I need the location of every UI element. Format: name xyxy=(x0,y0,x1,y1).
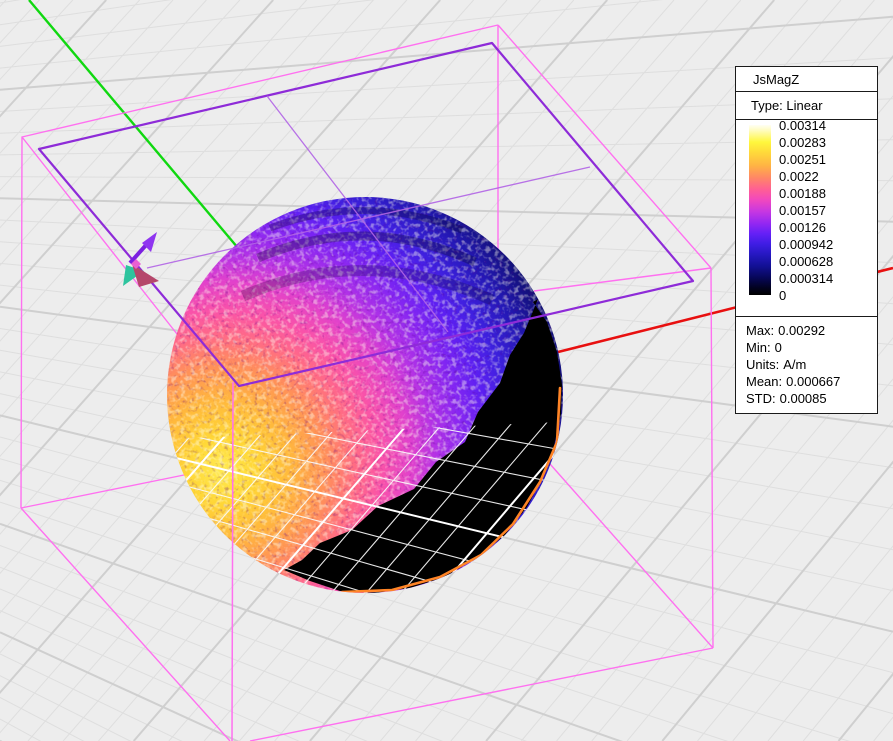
legend-scale-values: 0.00314 0.00283 0.00251 0.0022 0.00188 0… xyxy=(779,117,833,304)
legend-stat-max: Max: 0.00292 xyxy=(746,323,826,338)
legend-scale-value: 0.000942 xyxy=(779,237,834,252)
legend-scale-value: 0.00314 xyxy=(779,118,826,133)
legend-colorbar-section: 0.00314 0.00283 0.00251 0.0022 0.00188 0… xyxy=(736,117,877,316)
legend-title: JsMagZ xyxy=(753,72,800,87)
legend-scale-value: 0.00283 xyxy=(779,135,826,150)
legend-panel[interactable]: JsMagZ Type: Linear 0.00314 0.00283 0.00… xyxy=(735,66,878,414)
legend-scale-value: 0.00251 xyxy=(779,152,826,167)
legend-scale-type: Type: Linear xyxy=(736,91,877,119)
air-box-front-edge xyxy=(231,381,234,741)
legend-colorbar xyxy=(749,125,771,295)
legend-scale-value: 0.000314 xyxy=(779,271,834,286)
3d-modeler-viewport[interactable]: JsMagZ Type: Linear 0.00314 0.00283 0.00… xyxy=(0,0,893,741)
legend-stat-mean: Mean: 0.000667 xyxy=(746,374,841,389)
legend-stat-std: STD: 0.00085 xyxy=(746,391,827,406)
legend-stat-units: Units: A/m xyxy=(746,357,807,372)
legend-scale-value: 0.000628 xyxy=(779,254,834,269)
legend-stat-min: Min: 0 xyxy=(746,340,782,355)
legend-scale-value: 0.00188 xyxy=(779,186,826,201)
legend-scale-value: 0.0022 xyxy=(779,169,819,184)
legend-stats: Max: 0.00292 Min: 0 Units: A/m Mean: 0.00066… xyxy=(736,316,877,413)
legend-scale-value: 0.00157 xyxy=(779,203,826,218)
legend-scale-value: 0.00126 xyxy=(779,220,826,235)
legend-scale-value: 0 xyxy=(779,288,787,303)
